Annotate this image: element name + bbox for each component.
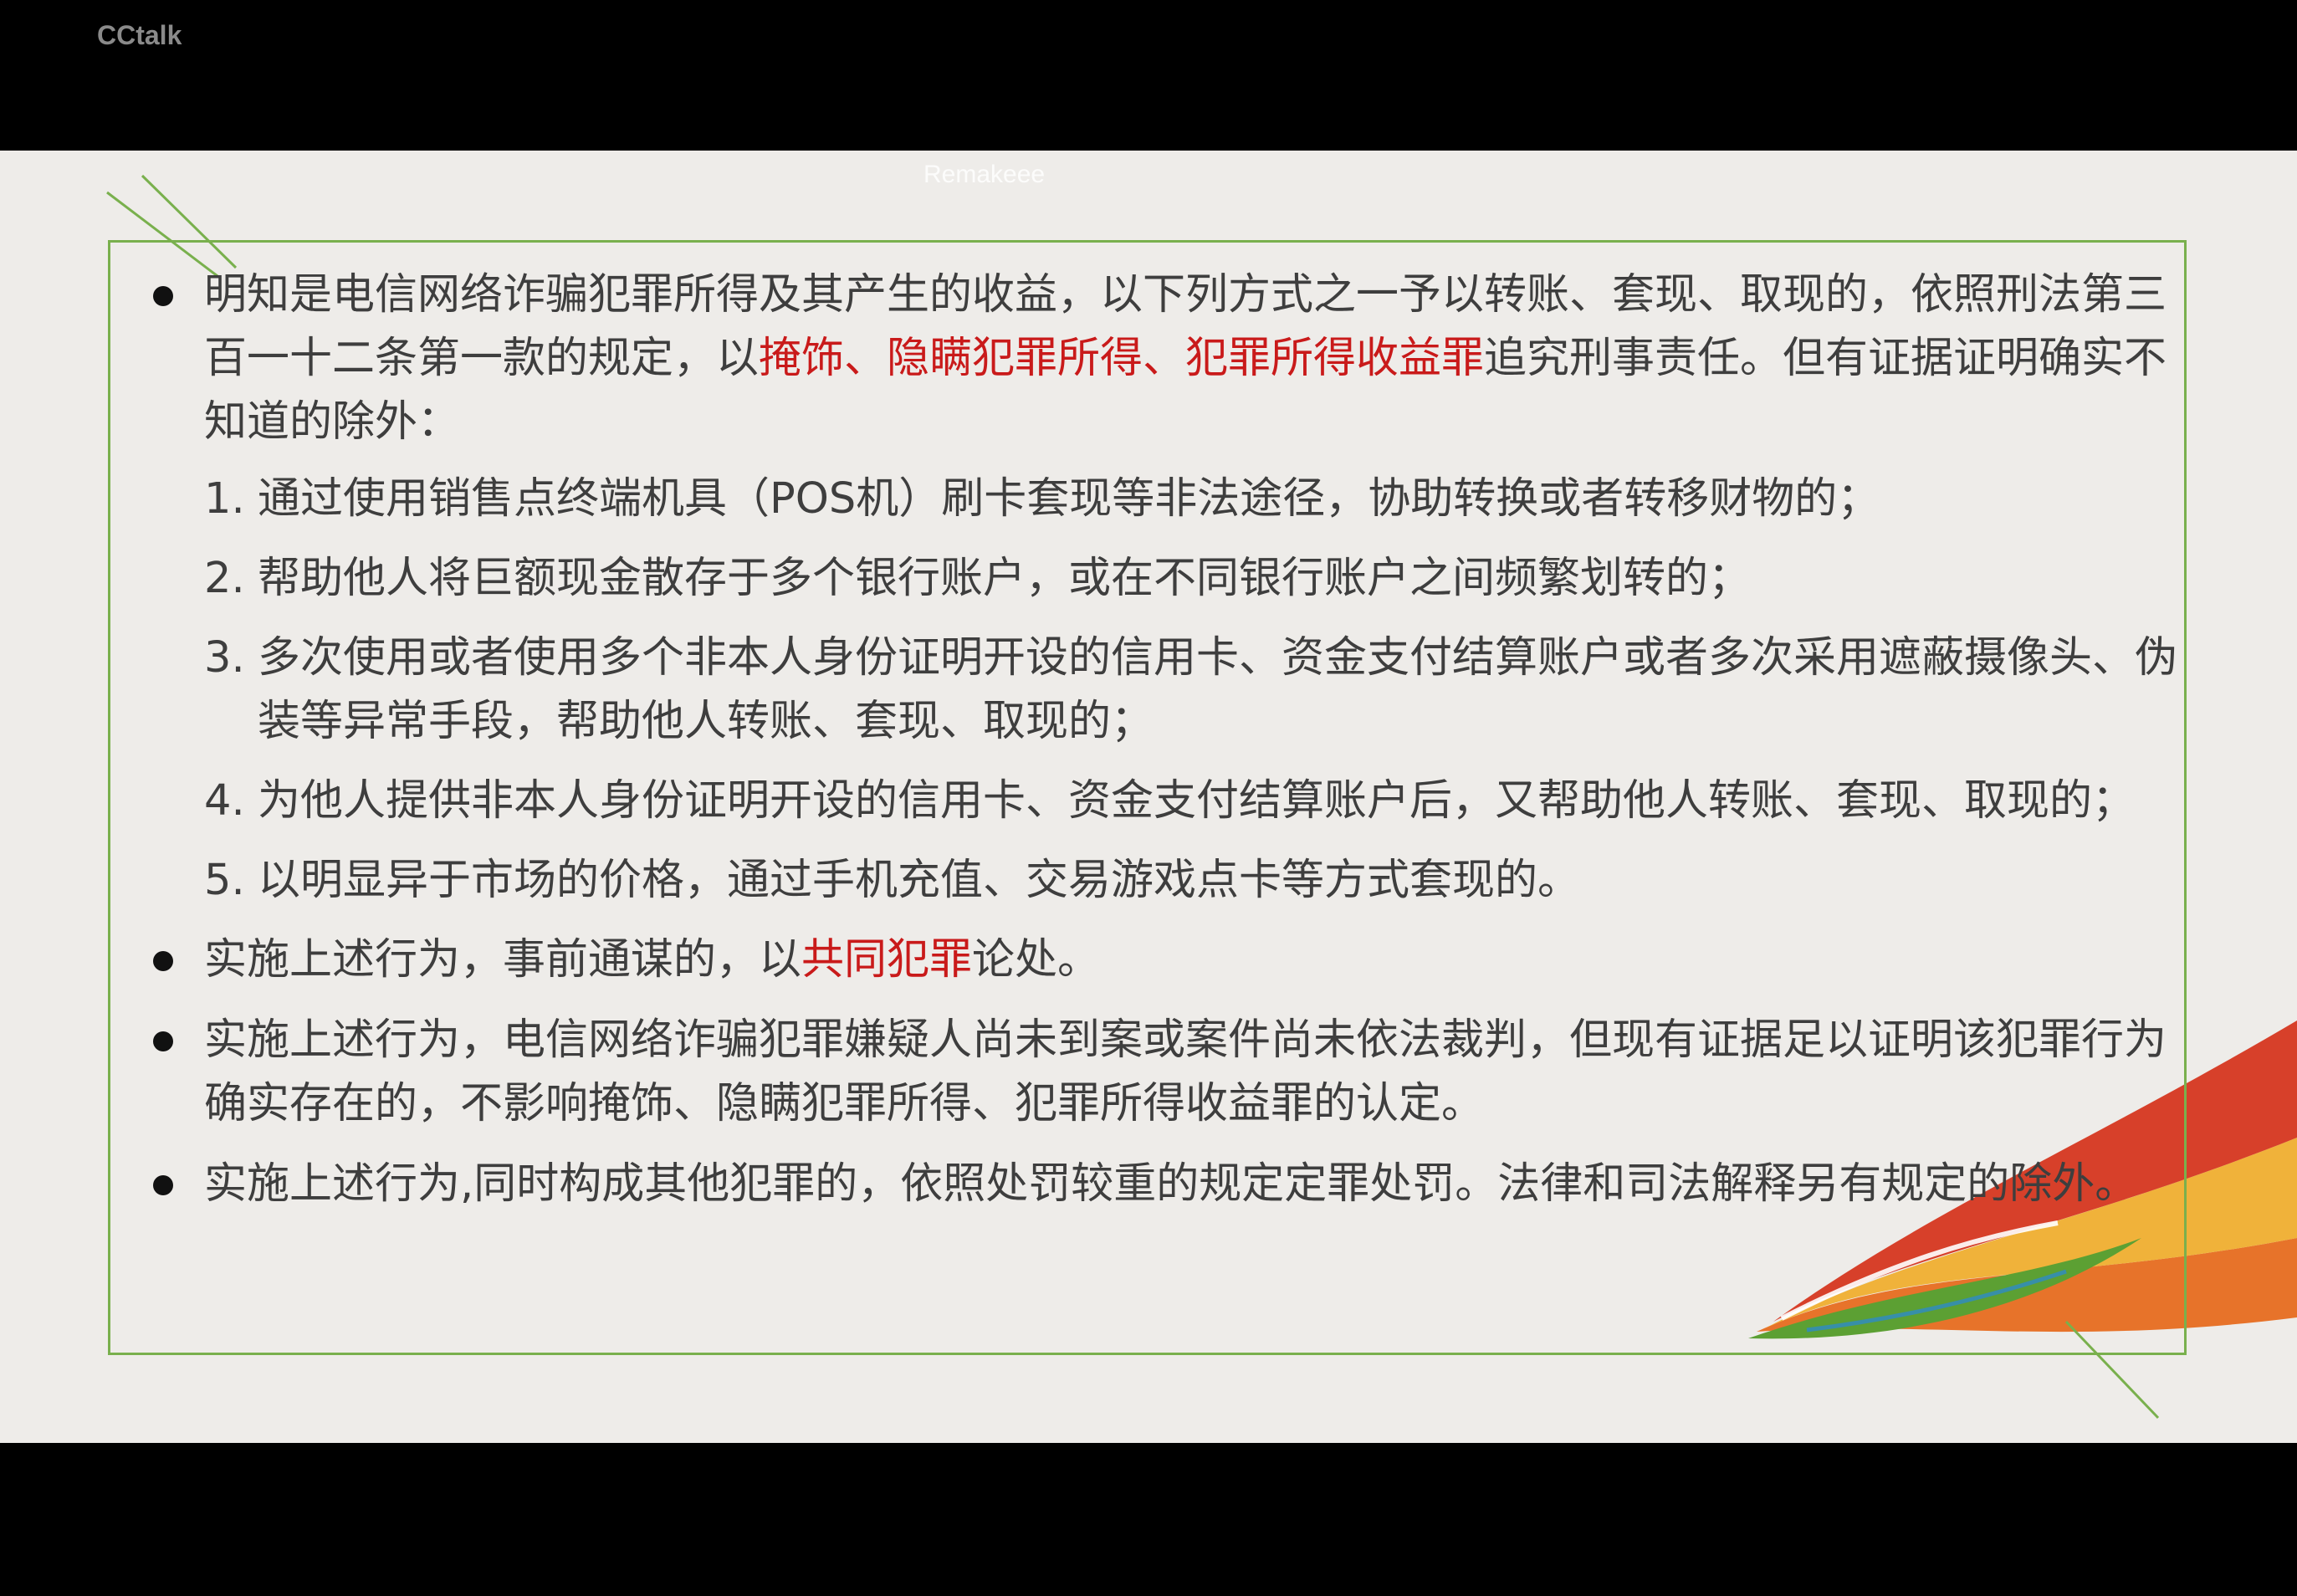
item-text: 以明显异于市场的价格，通过手机充值、交易游戏点卡等方式套现的。 (258, 856, 1581, 905)
paragraph-3-text: 实施上述行为，电信网络诈骗犯罪嫌疑人尚未到案或案件尚未依法裁判，但现有证据足以证… (204, 1015, 2167, 1128)
paragraph-2-text-after: 论处。 (972, 935, 1101, 985)
item-number: 4. (204, 776, 245, 826)
bullet-paragraph-1: 明知是电信网络诈骗犯罪所得及其产生的收益，以下列方式之一予以转账、套现、取现的，… (151, 263, 2187, 454)
item-number: 3. (204, 633, 245, 683)
bullet-paragraph-4: 实施上述行为,同时构成其他犯罪的，依照处罚较重的规定定罪处罚。法律和司法解释另有… (151, 1153, 2187, 1216)
app-name-label: CCtalk (97, 20, 182, 50)
paragraph-2-text-before: 实施上述行为，事前通谋的，以 (204, 935, 802, 985)
item-text: 多次使用或者使用多个非本人身份证明开设的信用卡、资金支付结算账户或者多次采用遮蔽… (258, 633, 2178, 746)
numbered-item-3: 3. 多次使用或者使用多个非本人身份证明开设的信用卡、资金支付结算账户或者多次采… (151, 627, 2187, 754)
item-number: 5. (204, 856, 245, 905)
numbered-item-4: 4. 为他人提供非本人身份证明开设的信用卡、资金支付结算账户后，又帮助他人转账、… (151, 770, 2187, 833)
paragraph-2-highlight: 共同犯罪 (801, 935, 973, 985)
paragraph-4-text: 实施上述行为,同时构成其他犯罪的，依照处罚较重的规定定罪处罚。法律和司法解释另有… (204, 1159, 2138, 1209)
numbered-item-2: 2. 帮助他人将巨额现金散存于多个银行账户，或在不同银行账户之间频繁划转的； (151, 547, 2187, 611)
presentation-slide: Remakeee 明知是电信网络诈骗犯罪所得及其产生的收益，以下列方式之一予以转… (0, 151, 2297, 1443)
item-number: 1. (204, 474, 245, 524)
item-text: 通过使用销售点终端机具（POS机）刷卡套现等非法途径，协助转换或者转移财物的； (258, 474, 1880, 524)
item-text: 帮助他人将巨额现金散存于多个银行账户，或在不同银行账户之间频繁划转的； (258, 554, 1752, 603)
paragraph-1-highlight: 掩饰、隐瞒犯罪所得、犯罪所得收益罪 (759, 334, 1485, 383)
slide-content: 明知是电信网络诈骗犯罪所得及其产生的收益，以下列方式之一予以转账、套现、取现的，… (151, 263, 2187, 1233)
item-number: 2. (204, 554, 245, 603)
numbered-item-1: 1. 通过使用销售点终端机具（POS机）刷卡套现等非法途径，协助转换或者转移财物… (151, 468, 2187, 531)
item-text: 为他人提供非本人身份证明开设的信用卡、资金支付结算账户后，又帮助他人转账、套现、… (258, 776, 2136, 826)
bullet-paragraph-3: 实施上述行为，电信网络诈骗犯罪嫌疑人尚未到案或案件尚未依法裁判，但现有证据足以证… (151, 1009, 2187, 1136)
bullet-paragraph-2: 实施上述行为，事前通谋的，以共同犯罪论处。 (151, 928, 2187, 992)
numbered-item-5: 5. 以明显异于市场的价格，通过手机充值、交易游戏点卡等方式套现的。 (151, 849, 2187, 913)
